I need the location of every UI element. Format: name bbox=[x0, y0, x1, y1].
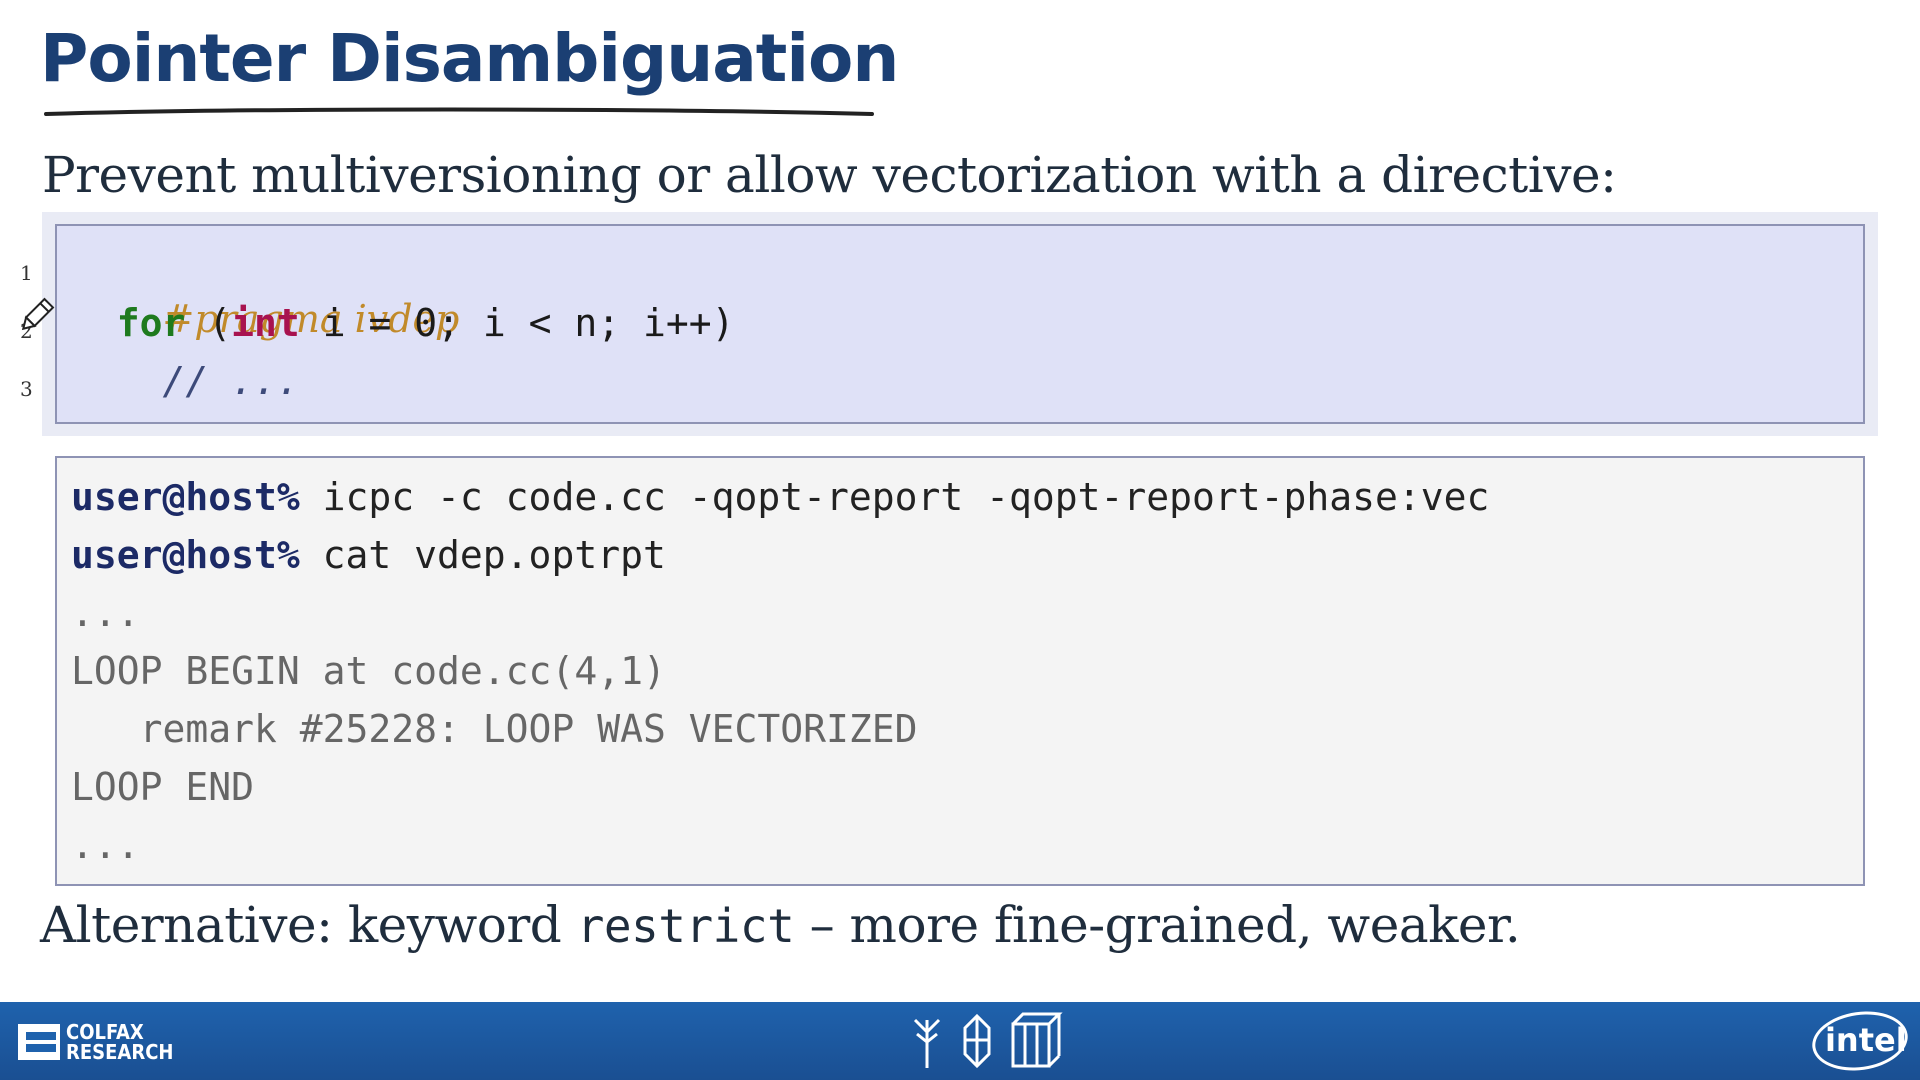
loop-begin-line: LOOP BEGIN at code.cc(4,1) bbox=[71, 649, 666, 693]
crystal-icon bbox=[963, 1013, 991, 1069]
title-underline bbox=[44, 107, 874, 116]
footer-icons bbox=[913, 1012, 1063, 1069]
slide-title: Pointer Disambiguation bbox=[40, 20, 899, 97]
line-number-3: 3 bbox=[20, 377, 33, 401]
code-line-2: for (int i = 0; i < n; i++) bbox=[71, 296, 735, 350]
paren-open: ( bbox=[185, 301, 232, 345]
tree-icon bbox=[913, 1018, 941, 1068]
terminal-line-1: user@host% icpc -c code.cc -qopt-report … bbox=[71, 470, 1489, 524]
colfax-logo: COLFAX RESEARCH bbox=[18, 1020, 173, 1064]
vectorized-remark: remark #25228: LOOP WAS VECTORIZED bbox=[71, 707, 918, 751]
slide-subtitle: Prevent multiversioning or allow vectori… bbox=[42, 146, 1617, 204]
terminal-ellipsis-bottom: ... bbox=[71, 823, 140, 867]
restrict-keyword: restrict bbox=[576, 899, 795, 953]
footer-bar: COLFAX RESEARCH intel bbox=[0, 1002, 1920, 1080]
loop-end-line: LOOP END bbox=[71, 765, 255, 809]
cat-command: cat vdep.optrpt bbox=[299, 533, 666, 577]
line-number-1: 1 bbox=[20, 261, 33, 285]
terminal-ellipsis-top: ... bbox=[71, 591, 140, 635]
cube-icon bbox=[1011, 1012, 1063, 1068]
terminal-output: user@host% icpc -c code.cc -qopt-report … bbox=[55, 456, 1865, 886]
intel-logo-text: intel bbox=[1824, 1021, 1907, 1060]
keyword-for: for bbox=[116, 301, 186, 345]
colfax-brand-line2: RESEARCH bbox=[66, 1040, 174, 1064]
pencil-icon[interactable] bbox=[16, 296, 56, 336]
colfax-mark-icon bbox=[18, 1024, 60, 1060]
shell-prompt: user@host% bbox=[71, 475, 300, 519]
code-listing: #pragma ivdep for (int i = 0; i < n; i++… bbox=[55, 224, 1865, 424]
colfax-brand-line1: COLFAX bbox=[66, 1020, 144, 1044]
colfax-logo-text: COLFAX RESEARCH bbox=[66, 1022, 173, 1062]
terminal-line-2: user@host% cat vdep.optrpt bbox=[71, 528, 666, 582]
intel-logo: intel bbox=[1808, 1005, 1912, 1077]
alternative-note: Alternative: keyword restrict – more fin… bbox=[40, 890, 1521, 961]
shell-prompt: user@host% bbox=[71, 533, 300, 577]
code-line-3: // ... bbox=[71, 359, 300, 403]
loop-header: i = 0; i < n; i++) bbox=[299, 301, 735, 345]
keyword-int: int bbox=[231, 301, 300, 345]
alternative-suffix: – more fine-grained, weaker. bbox=[794, 896, 1521, 954]
compile-command: icpc -c code.cc -qopt-report -qopt-repor… bbox=[299, 475, 1490, 519]
alternative-prefix: Alternative: keyword bbox=[40, 896, 577, 954]
